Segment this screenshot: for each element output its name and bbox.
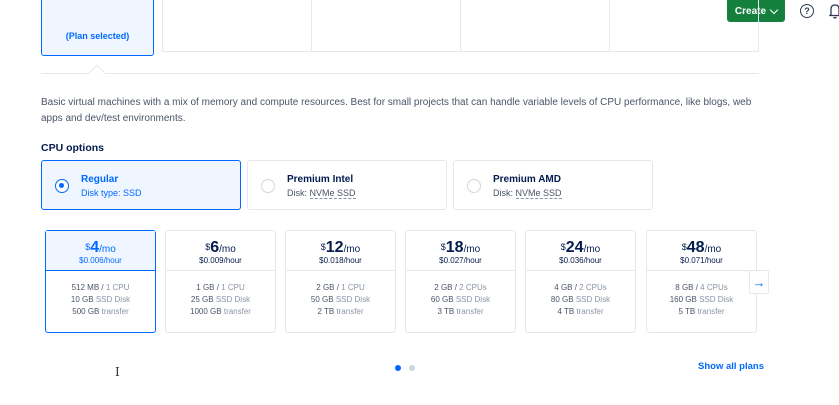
show-all-plans-link[interactable]: Show all plans <box>698 361 764 372</box>
section-divider <box>41 73 759 74</box>
next-arrow-icon[interactable]: → <box>749 270 769 294</box>
plan-tab-storage-optimized[interactable] <box>610 0 759 52</box>
plan-tab-cpu-optimized[interactable] <box>312 0 461 52</box>
price-specs: 2 GB / 1 CPU 50 GB SSD Disk 2 TB transfe… <box>310 283 371 316</box>
price-header: $24/mo $0.036/hour <box>526 231 635 271</box>
price-card-18[interactable]: $18/mo $0.027/hour 2 GB / 2 CPUs 60 GB S… <box>405 230 516 333</box>
radio-icon[interactable] <box>261 179 275 193</box>
plan-description: Basic virtual machines with a mix of mem… <box>41 97 752 124</box>
carousel-dot[interactable] <box>409 365 415 371</box>
hourly-price: $0.018/hour <box>319 256 362 265</box>
monthly-price: 12 <box>325 239 344 256</box>
monthly-price: 24 <box>565 239 584 256</box>
price-specs: 2 GB / 2 CPUs 60 GB SSD Disk 3 TB transf… <box>430 283 491 316</box>
cpu-option-name: Regular <box>81 174 119 185</box>
cpu-option-disk: Disk: NVMe SSD <box>493 188 562 199</box>
hourly-price: $0.071/hour <box>680 256 723 265</box>
monthly-price: 4 <box>90 239 100 256</box>
plan-tab-memory-optimized[interactable] <box>461 0 610 52</box>
cpu-option-disk: Disk: NVMe SSD <box>287 188 356 199</box>
chevron-down-icon <box>769 5 779 14</box>
price-header: $12/mo $0.018/hour <box>286 231 395 271</box>
plan-type-tabs: (Plan selected) <box>41 0 759 56</box>
price-header: $4/mo $0.006/hour <box>46 231 155 271</box>
hourly-price: $0.006/hour <box>79 256 122 265</box>
hourly-price: $0.027/hour <box>439 256 482 265</box>
price-card-4[interactable]: $4/mo $0.006/hour 512 MB / 1 CPU 10 GB S… <box>45 230 156 333</box>
cpu-option-premium-amd[interactable]: Premium AMD Disk: NVMe SSD <box>453 160 653 210</box>
plan-tab-general-purpose[interactable] <box>162 0 312 52</box>
price-specs: 4 GB / 2 CPUs 80 GB SSD Disk 4 TB transf… <box>550 283 611 316</box>
tab-pointer <box>88 64 106 82</box>
price-card-48[interactable]: $48/mo $0.071/hour 8 GB / 4 CPUs 160 GB … <box>646 230 757 333</box>
carousel-dot-active[interactable] <box>395 365 401 371</box>
monthly-price: 48 <box>686 239 705 256</box>
plan-tab-basic[interactable]: (Plan selected) <box>41 0 154 56</box>
radio-selected-icon[interactable] <box>55 179 69 193</box>
price-card-6[interactable]: $6/mo $0.009/hour 1 GB / 1 CPU 25 GB SSD… <box>165 230 276 333</box>
cpu-option-disk: Disk type: SSD <box>81 188 142 198</box>
price-card-24[interactable]: $24/mo $0.036/hour 4 GB / 2 CPUs 80 GB S… <box>525 230 636 333</box>
price-header: $6/mo $0.009/hour <box>166 231 275 271</box>
price-header: $48/mo $0.071/hour <box>647 231 756 271</box>
cpu-option-premium-intel[interactable]: Premium Intel Disk: NVMe SSD <box>247 160 447 210</box>
cpu-option-regular[interactable]: Regular Disk type: SSD <box>41 160 241 210</box>
cpu-option-name: Premium AMD <box>493 174 561 185</box>
price-card-12[interactable]: $12/mo $0.018/hour 2 GB / 1 CPU 50 GB SS… <box>285 230 396 333</box>
price-specs: 8 GB / 4 CPUs 160 GB SSD Disk 5 TB trans… <box>669 283 734 316</box>
cpu-option-name: Premium Intel <box>287 174 354 185</box>
help-icon[interactable]: ? <box>800 4 814 18</box>
plan-selected-label: (Plan selected) <box>65 31 130 41</box>
bell-icon[interactable] <box>829 2 839 20</box>
cpu-options-title: CPU options <box>41 142 104 154</box>
hourly-price: $0.036/hour <box>559 256 602 265</box>
hourly-price: $0.009/hour <box>199 256 242 265</box>
price-specs: 1 GB / 1 CPU 25 GB SSD Disk 1000 GB tran… <box>190 283 251 316</box>
text-cursor-icon: I <box>115 365 120 379</box>
monthly-price: 18 <box>445 239 464 256</box>
radio-icon[interactable] <box>467 179 481 193</box>
price-header: $18/mo $0.027/hour <box>406 231 515 271</box>
monthly-price: 6 <box>210 239 220 256</box>
price-specs: 512 MB / 1 CPU 10 GB SSD Disk 500 GB tra… <box>70 283 131 316</box>
